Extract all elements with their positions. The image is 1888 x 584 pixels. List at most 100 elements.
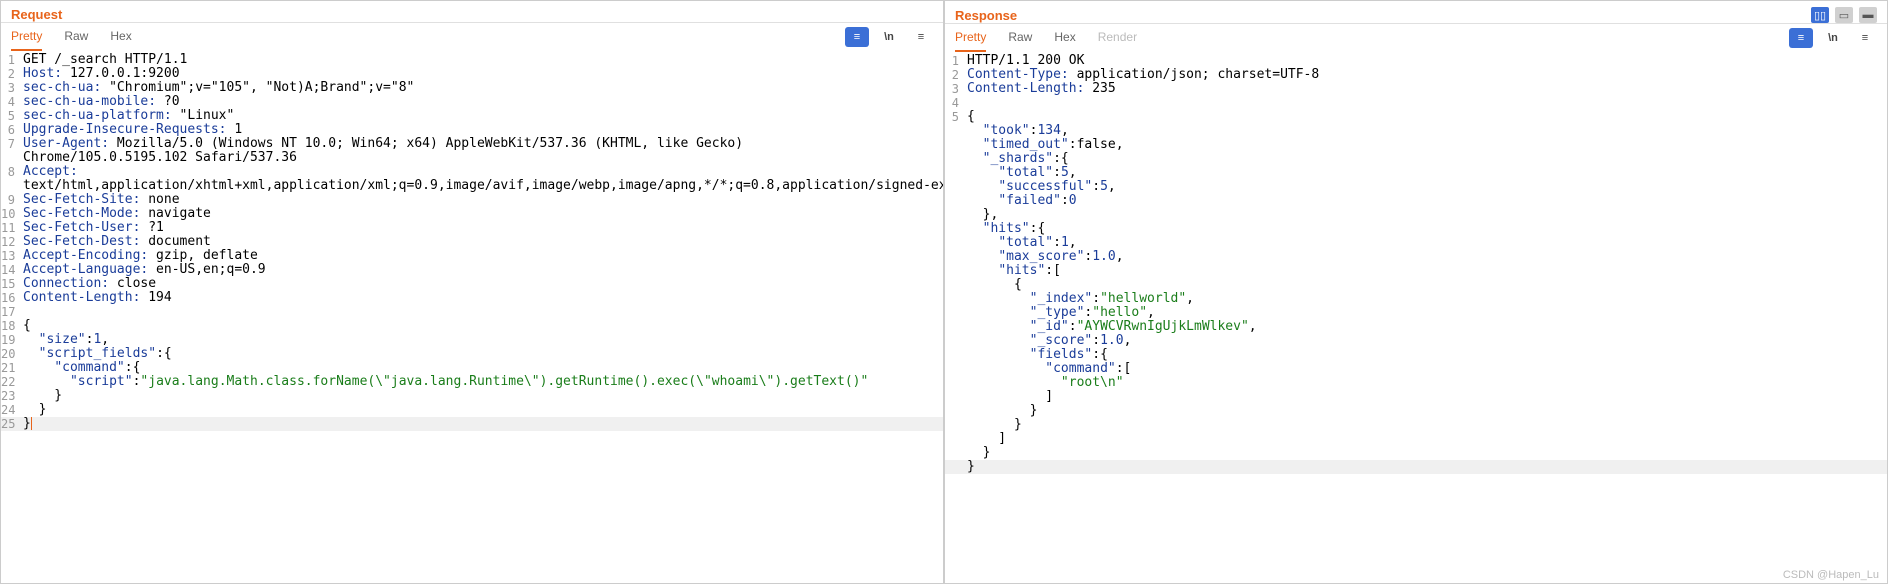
hamburger-icon[interactable]: ≡ (909, 27, 933, 47)
code-line: 3sec-ch-ua: "Chromium";v="105", "Not)A;B… (1, 81, 943, 95)
code-line: } (945, 460, 1887, 474)
line-content: "root\n" (965, 376, 1887, 390)
line-number (945, 334, 965, 348)
line-number: 3 (1, 81, 21, 95)
layout-split-h-icon[interactable]: ▭ (1835, 7, 1853, 23)
code-line: ] (945, 432, 1887, 446)
line-content: text/html,application/xhtml+xml,applicat… (21, 179, 943, 193)
code-line: 10Sec-Fetch-Mode: navigate (1, 207, 943, 221)
code-line: 12Sec-Fetch-Dest: document (1, 235, 943, 249)
line-number: 5 (1, 109, 21, 123)
line-number: 13 (1, 249, 21, 263)
layout-single-icon[interactable]: ▬ (1859, 7, 1877, 23)
code-line: }, (945, 208, 1887, 222)
line-number (945, 446, 965, 460)
newline-icon[interactable]: \n (1821, 28, 1845, 48)
wrap-icon[interactable]: ≡ (845, 27, 869, 47)
code-line: "total":1, (945, 236, 1887, 250)
line-content: "successful":5, (965, 180, 1887, 194)
line-content: Connection: close (21, 277, 943, 291)
response-title: Response (955, 8, 1017, 23)
code-line: 19 "size":1, (1, 333, 943, 347)
tab-pretty[interactable]: Pretty (955, 24, 986, 52)
code-line: "_index":"hellworld", (945, 292, 1887, 306)
response-tabs-row: Pretty Raw Hex Render ≡ \n ≡ (945, 24, 1887, 52)
code-line: 11Sec-Fetch-User: ?1 (1, 221, 943, 235)
line-number: 4 (1, 95, 21, 109)
code-line: 3Content-Length: 235 (945, 82, 1887, 96)
code-line: 18{ (1, 319, 943, 333)
code-line: 8Accept: (1, 165, 943, 179)
line-number: 22 (1, 375, 21, 389)
line-content: "total":1, (965, 236, 1887, 250)
tab-hex[interactable]: Hex (110, 23, 131, 51)
line-content: } (21, 403, 943, 417)
line-number (945, 292, 965, 306)
line-content: Content-Type: application/json; charset=… (965, 68, 1887, 82)
line-content: { (965, 110, 1887, 124)
line-number (945, 320, 965, 334)
response-tabs: Pretty Raw Hex Render (955, 24, 1137, 52)
tab-render[interactable]: Render (1098, 24, 1137, 52)
line-number: 3 (945, 82, 965, 96)
line-number (1, 179, 21, 193)
line-number (945, 264, 965, 278)
hamburger-icon[interactable]: ≡ (1853, 28, 1877, 48)
line-number: 24 (1, 403, 21, 417)
code-line: 24 } (1, 403, 943, 417)
response-header: Response ▯▯ ▭ ▬ (945, 1, 1887, 24)
request-header: Request (1, 1, 943, 23)
line-content: Accept-Language: en-US,en;q=0.9 (21, 263, 943, 277)
line-number: 2 (945, 68, 965, 82)
code-line: "took":134, (945, 124, 1887, 138)
code-line: 4sec-ch-ua-mobile: ?0 (1, 95, 943, 109)
line-number (945, 208, 965, 222)
line-number (945, 124, 965, 138)
line-content: } (965, 446, 1887, 460)
line-content: "command":{ (21, 361, 943, 375)
line-number (1, 151, 21, 165)
line-number: 9 (1, 193, 21, 207)
line-number: 19 (1, 333, 21, 347)
tab-pretty[interactable]: Pretty (11, 23, 42, 51)
newline-icon[interactable]: \n (877, 27, 901, 47)
line-number: 23 (1, 389, 21, 403)
line-content: Sec-Fetch-Dest: document (21, 235, 943, 249)
line-number (945, 236, 965, 250)
code-line: "_type":"hello", (945, 306, 1887, 320)
line-number: 1 (945, 54, 965, 68)
request-tabs-row: Pretty Raw Hex ≡ \n ≡ (1, 23, 943, 51)
code-line: 1HTTP/1.1 200 OK (945, 54, 1887, 68)
line-content: { (21, 319, 943, 333)
layout-split-v-icon[interactable]: ▯▯ (1811, 7, 1829, 23)
line-content: "timed_out":false, (965, 138, 1887, 152)
line-number (945, 306, 965, 320)
line-number (945, 390, 965, 404)
request-code[interactable]: 1GET /_search HTTP/1.12Host: 127.0.0.1:9… (1, 51, 943, 583)
code-line: "_shards":{ (945, 152, 1887, 166)
line-content: "command":[ (965, 362, 1887, 376)
code-line: "max_score":1.0, (945, 250, 1887, 264)
code-line: 1GET /_search HTTP/1.1 (1, 53, 943, 67)
line-content: "took":134, (965, 124, 1887, 138)
tab-raw[interactable]: Raw (1008, 24, 1032, 52)
line-number (945, 348, 965, 362)
layout-icons: ▯▯ ▭ ▬ (1811, 7, 1877, 23)
code-line: 22 "script":"java.lang.Math.class.forNam… (1, 375, 943, 389)
tab-hex[interactable]: Hex (1054, 24, 1075, 52)
line-content: "script":"java.lang.Math.class.forName(\… (21, 375, 943, 389)
code-line: 4 (945, 96, 1887, 110)
wrap-icon[interactable]: ≡ (1789, 28, 1813, 48)
code-line: "hits":[ (945, 264, 1887, 278)
code-line: 21 "command":{ (1, 361, 943, 375)
response-code[interactable]: 1HTTP/1.1 200 OK2Content-Type: applicati… (945, 52, 1887, 583)
line-number: 1 (1, 53, 21, 67)
code-line: "fields":{ (945, 348, 1887, 362)
code-line: "_id":"AYWCVRwnIgUjkLmWlkev", (945, 320, 1887, 334)
code-line: 9Sec-Fetch-Site: none (1, 193, 943, 207)
tab-raw[interactable]: Raw (64, 23, 88, 51)
line-content: "hits":{ (965, 222, 1887, 236)
line-number (945, 460, 965, 474)
line-number: 21 (1, 361, 21, 375)
line-number (945, 418, 965, 432)
